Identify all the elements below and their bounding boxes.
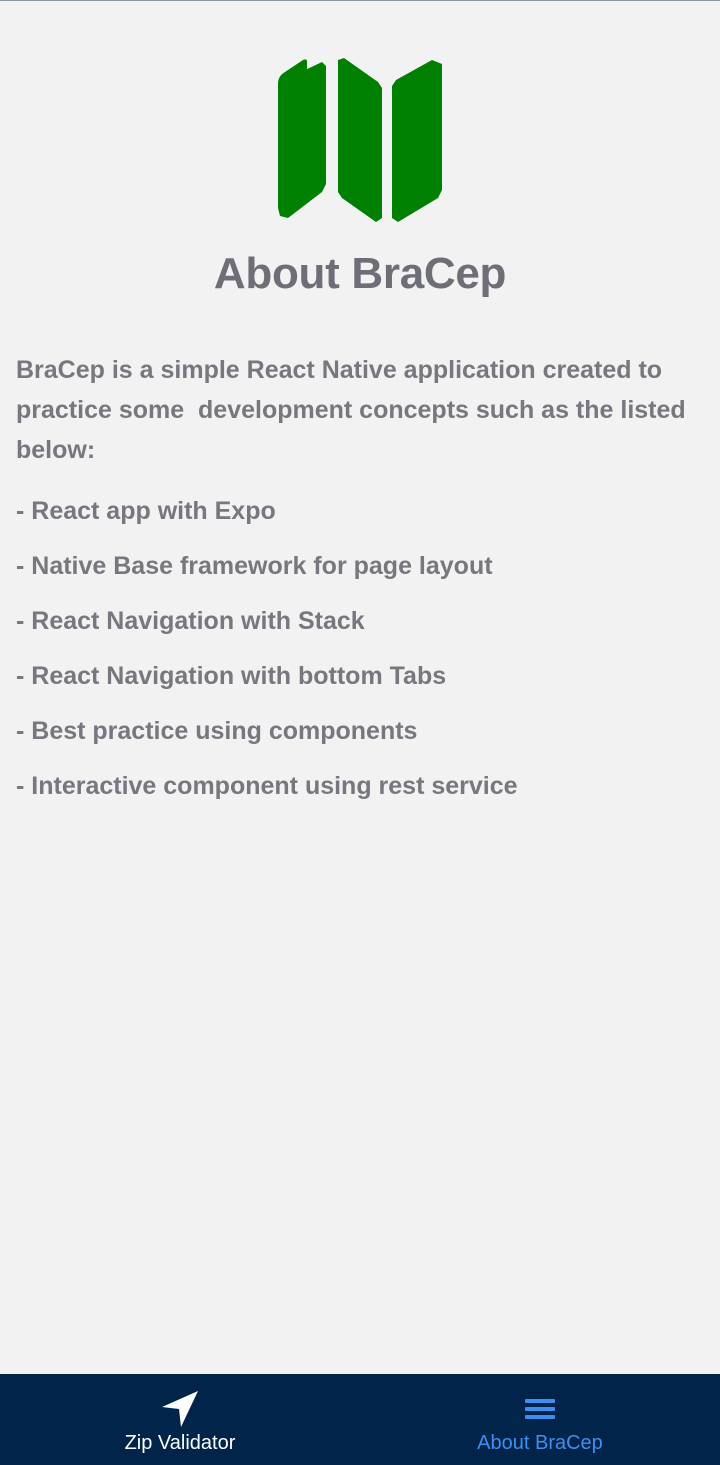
list-item: - React app with Expo [16,497,276,525]
list-item: - React Navigation with Stack [16,607,365,635]
feature-list: - React app with Expo - Native Base fram… [16,491,706,821]
list-item: - Native Base framework for page layout [16,552,493,580]
menu-icon [519,1388,561,1430]
tab-label: About BraCep [477,1432,603,1454]
navigate-arrow-icon [159,1388,201,1430]
list-item: - Best practice using components [16,717,418,745]
tab-zip-validator[interactable]: Zip Validator [0,1374,360,1465]
intro-text: BraCep is a simple React Native applicat… [16,356,693,464]
bottom-tab-bar: Zip Validator About BraCep [0,1374,720,1465]
page-title: About BraCep [213,249,507,298]
about-screen: About BraCep BraCep is a simple React Na… [0,0,720,1465]
list-item: - React Navigation with bottom Tabs [16,662,447,690]
list-item: - Interactive component using rest servi… [16,772,518,800]
about-content: About BraCep BraCep is a simple React Na… [0,1,720,1374]
tab-about-bracep[interactable]: About BraCep [360,1374,720,1465]
map-icon [278,58,442,222]
tab-label: Zip Validator [124,1432,236,1454]
